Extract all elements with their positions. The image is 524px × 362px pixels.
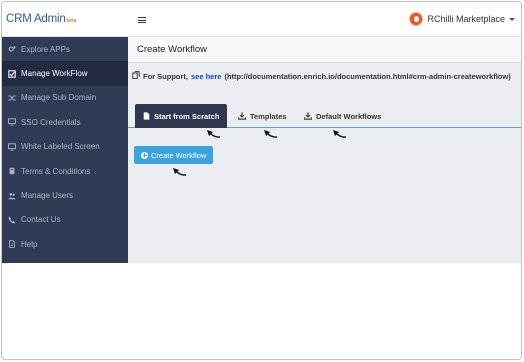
brand-name: CRM Admin bbox=[6, 13, 66, 25]
tab-templates[interactable]: Templates bbox=[238, 104, 287, 128]
support-note: For Support, see here (http://documentat… bbox=[132, 71, 511, 81]
sidebar-item-label: Manage Sub Domain bbox=[21, 93, 97, 103]
sidebar-item-explore-apps[interactable]: Explore APPs bbox=[2, 37, 128, 61]
check-square-icon bbox=[7, 69, 16, 78]
book-icon bbox=[7, 167, 16, 176]
sidebar-item-white-labeled-screen[interactable]: White Labeled Screen bbox=[2, 135, 128, 159]
sidebar-item-label: Terms & Conditions bbox=[21, 166, 91, 176]
sidebar-item-label: SSO Credentials bbox=[21, 117, 81, 127]
brand-tag: beta bbox=[66, 18, 77, 24]
sidebar-item-label: Help bbox=[21, 239, 38, 249]
user-menu[interactable]: RChilli Marketplace bbox=[409, 12, 515, 26]
shuffle-icon bbox=[7, 93, 16, 102]
sidebar-item-label: Manage Users bbox=[21, 191, 74, 201]
pointer-arrow-icon bbox=[333, 130, 347, 138]
sidebar: Explore APPs Manage WorkFlow Manage Sub … bbox=[2, 37, 128, 263]
sidebar-item-manage-workflow[interactable]: Manage WorkFlow bbox=[2, 61, 128, 86]
download-icon bbox=[238, 112, 246, 120]
support-prefix: For Support, bbox=[143, 71, 188, 81]
pointer-arrow-icon bbox=[207, 130, 221, 138]
avatar bbox=[409, 12, 424, 26]
app-window: CRM Admin beta RChilli Marketplace Explo… bbox=[1, 1, 522, 360]
create-workflow-label: Create Workflow bbox=[151, 150, 207, 160]
workflow-tabs: Start from Scratch Templates Default Wor… bbox=[128, 104, 521, 128]
support-link[interactable]: see here bbox=[191, 72, 221, 81]
tab-start-from-scratch[interactable]: Start from Scratch bbox=[135, 104, 228, 128]
top-bar: CRM Admin beta RChilli Marketplace bbox=[2, 2, 521, 37]
support-url: (http://documentation.enrich.io/document… bbox=[224, 71, 511, 81]
page-title: Create Workflow bbox=[128, 37, 521, 63]
download-icon bbox=[304, 112, 312, 120]
gears-icon bbox=[7, 45, 16, 54]
sidebar-item-terms-conditions[interactable]: Terms & Conditions bbox=[2, 159, 128, 183]
sidebar-item-manage-sub-domain[interactable]: Manage Sub Domain bbox=[2, 86, 128, 110]
user-name: RChilli Marketplace bbox=[427, 14, 505, 24]
plus-circle-icon bbox=[141, 151, 148, 159]
caret-down-icon bbox=[509, 17, 515, 21]
tab-default-workflows[interactable]: Default Workflows bbox=[304, 104, 381, 128]
file-icon bbox=[7, 240, 16, 249]
pointer-arrow-icon bbox=[173, 168, 187, 176]
sidebar-item-manage-users[interactable]: Manage Users bbox=[2, 183, 128, 207]
sidebar-item-label: Contact Us bbox=[21, 215, 61, 225]
monitor-icon bbox=[7, 142, 16, 151]
monitor-icon bbox=[7, 118, 16, 127]
phone-icon bbox=[7, 215, 16, 224]
create-workflow-button[interactable]: Create Workflow bbox=[134, 146, 214, 164]
users-icon bbox=[7, 191, 16, 200]
pointer-arrow-icon bbox=[264, 130, 278, 138]
tab-label: Templates bbox=[250, 111, 287, 121]
copy-icon bbox=[132, 71, 140, 81]
sidebar-item-label: White Labeled Screen bbox=[21, 142, 100, 152]
sidebar-item-sso-credentials[interactable]: SSO Credentials bbox=[2, 110, 128, 134]
tab-label: Default Workflows bbox=[316, 111, 382, 121]
sidebar-item-label: Manage WorkFlow bbox=[21, 69, 88, 79]
file-icon bbox=[143, 112, 150, 120]
brand-logo[interactable]: CRM Admin beta bbox=[6, 13, 76, 25]
sidebar-item-label: Explore APPs bbox=[21, 44, 70, 54]
menu-toggle-icon[interactable] bbox=[138, 17, 146, 23]
main-content: Create Workflow For Support, see here (h… bbox=[128, 37, 521, 263]
sidebar-item-contact-us[interactable]: Contact Us bbox=[2, 208, 128, 232]
sidebar-item-help[interactable]: Help bbox=[2, 232, 128, 256]
tab-label: Start from Scratch bbox=[154, 111, 220, 121]
